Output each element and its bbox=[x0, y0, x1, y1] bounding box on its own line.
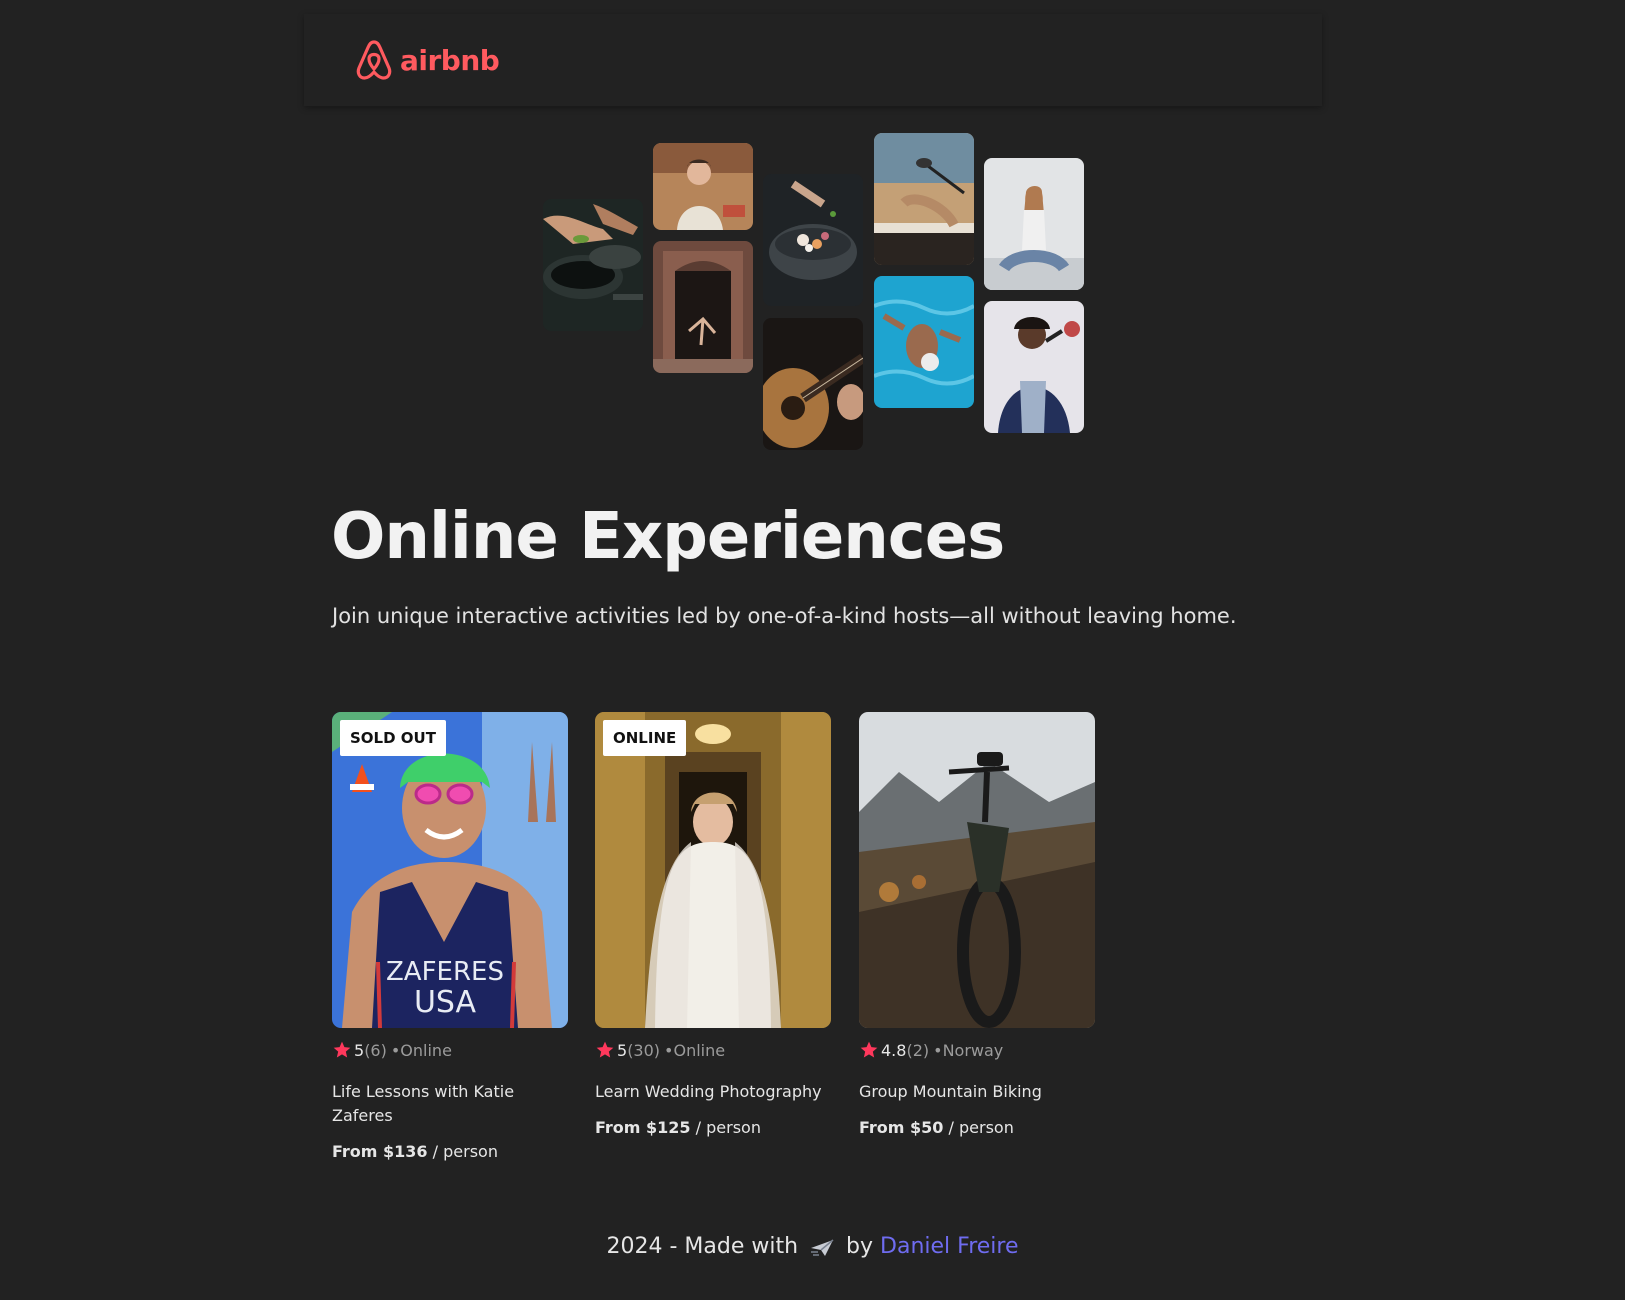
price-unit: / person bbox=[948, 1118, 1014, 1137]
price-unit: / person bbox=[432, 1142, 498, 1161]
price-value: From $50 bbox=[859, 1118, 944, 1137]
author-link[interactable]: Daniel Freire bbox=[880, 1234, 1018, 1259]
footer: 2024 - Made with by Daniel Freire bbox=[0, 1234, 1625, 1259]
hero-img-food-bowl bbox=[763, 174, 863, 306]
hero-img-singer bbox=[984, 301, 1084, 433]
hero-img-dancer-doorway bbox=[653, 241, 753, 373]
page-title: Online Experiences bbox=[331, 500, 1005, 574]
card-price: From $50 / person bbox=[859, 1118, 1095, 1137]
price-value: From $136 bbox=[332, 1142, 428, 1161]
card-price: From $136 / person bbox=[332, 1142, 568, 1161]
hero-photo-grid bbox=[0, 0, 1625, 460]
location-label: Online bbox=[673, 1040, 726, 1060]
star-icon bbox=[596, 1041, 614, 1058]
separator-dot: • bbox=[933, 1040, 943, 1060]
review-count: (30) bbox=[627, 1040, 661, 1060]
experience-card[interactable]: ZAFERES USA SOLD OUT 5 (6) • Online Life… bbox=[332, 712, 568, 1161]
card-title[interactable]: Life Lessons with Katie Zaferes bbox=[332, 1080, 568, 1128]
location-label: Online bbox=[400, 1040, 452, 1060]
status-badge: ONLINE bbox=[603, 720, 687, 756]
review-count: (6) bbox=[364, 1040, 387, 1060]
card-photo[interactable]: ONLINE bbox=[595, 712, 831, 1028]
card-photo[interactable]: ZAFERES USA SOLD OUT bbox=[332, 712, 568, 1028]
review-count: (2) bbox=[906, 1040, 930, 1060]
rating-value: 5 bbox=[354, 1040, 365, 1060]
price-value: From $125 bbox=[595, 1118, 691, 1137]
hero-img-woman-kitchen bbox=[653, 143, 753, 230]
jersey-text-line2: USA bbox=[414, 985, 477, 1020]
paper-plane-icon bbox=[811, 1239, 834, 1256]
separator-dot: • bbox=[664, 1040, 674, 1060]
hero-img-yoga bbox=[984, 158, 1084, 290]
hero-img-cooking-pans bbox=[543, 199, 643, 331]
hero-img-swimmer bbox=[874, 276, 974, 408]
footer-by: by bbox=[846, 1234, 874, 1259]
star-icon bbox=[860, 1041, 878, 1058]
card-title[interactable]: Group Mountain Biking bbox=[859, 1080, 1095, 1104]
card-stats: 4.8 (2) • Norway bbox=[859, 1040, 1095, 1060]
star-icon bbox=[333, 1041, 351, 1058]
experience-card[interactable]: ONLINE 5 (30) • Online Learn Wedding Pho… bbox=[595, 712, 831, 1137]
jersey-text-line1: ZAFERES bbox=[386, 957, 504, 987]
card-price: From $125 / person bbox=[595, 1118, 831, 1137]
page-subtitle: Join unique interactive activities led b… bbox=[332, 604, 1237, 628]
hero-img-piano-mic bbox=[874, 133, 974, 265]
hero-img-guitar bbox=[763, 318, 863, 450]
rating-value: 4.8 bbox=[881, 1040, 907, 1060]
card-stats: 5 (30) • Online bbox=[595, 1040, 831, 1060]
experience-card[interactable]: 4.8 (2) • Norway Group Mountain Biking F… bbox=[859, 712, 1095, 1137]
card-stats: 5 (6) • Online bbox=[332, 1040, 568, 1060]
card-photo[interactable] bbox=[859, 712, 1095, 1028]
rating-value: 5 bbox=[617, 1040, 628, 1060]
footer-text: 2024 - Made with bbox=[606, 1234, 799, 1259]
price-unit: / person bbox=[695, 1118, 761, 1137]
separator-dot: • bbox=[390, 1040, 401, 1060]
status-badge: SOLD OUT bbox=[340, 720, 446, 756]
card-title[interactable]: Learn Wedding Photography bbox=[595, 1080, 831, 1104]
location-label: Norway bbox=[942, 1040, 1004, 1060]
